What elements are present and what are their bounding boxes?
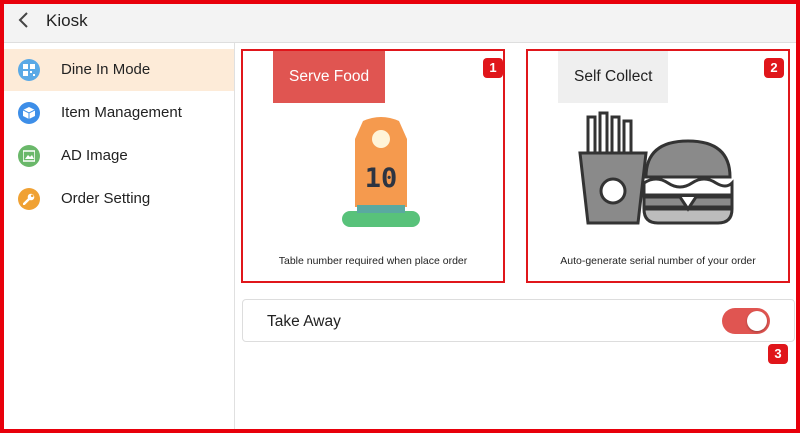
main-content: Serve Food 1 10 Table number required wh… <box>236 43 796 429</box>
serve-food-description: Table number required when place order <box>278 255 468 267</box>
cube-icon <box>18 102 40 124</box>
sidebar-item-label: Order Setting <box>61 190 151 207</box>
fries-burger-icon <box>578 111 734 225</box>
image-icon <box>18 145 40 167</box>
serve-food-tag: Serve Food <box>273 51 386 103</box>
top-bar: Kiosk <box>0 0 800 43</box>
chevron-left-icon[interactable] <box>14 9 34 31</box>
table-number-stand-icon: 10 <box>342 117 420 227</box>
sidebar-item-ad-image[interactable]: AD Image <box>4 135 234 177</box>
sidebar-item-dine-in-mode[interactable]: Dine In Mode <box>4 49 234 91</box>
badge-3: 3 <box>768 344 788 364</box>
toggle-knob <box>747 311 767 331</box>
sidebar-item-order-setting[interactable]: Order Setting <box>4 178 234 220</box>
sidebar-item-label: Item Management <box>61 104 182 121</box>
sidebar: Dine In Mode Item Management AD Image Or… <box>4 43 235 429</box>
take-away-toggle[interactable] <box>722 308 770 334</box>
take-away-label: Take Away <box>267 313 341 330</box>
sidebar-item-label: Dine In Mode <box>61 61 151 78</box>
badge-2: 2 <box>764 58 784 78</box>
self-collect-card[interactable]: Self Collect 2 Auto-generate serial numb… <box>526 49 790 283</box>
sidebar-item-label: AD Image <box>61 147 128 164</box>
table-number: 10 <box>365 163 398 194</box>
badge-1: 1 <box>483 58 503 78</box>
take-away-row: Take Away <box>242 299 795 342</box>
wrench-icon <box>18 188 40 210</box>
qr-code-icon <box>18 59 40 81</box>
self-collect-description: Auto-generate serial number of your orde… <box>560 255 756 267</box>
page-title: Kiosk <box>46 11 88 30</box>
sidebar-item-item-management[interactable]: Item Management <box>4 92 234 134</box>
serve-food-card[interactable]: Serve Food 1 10 Table number required wh… <box>241 49 505 283</box>
self-collect-tag: Self Collect <box>558 51 669 103</box>
